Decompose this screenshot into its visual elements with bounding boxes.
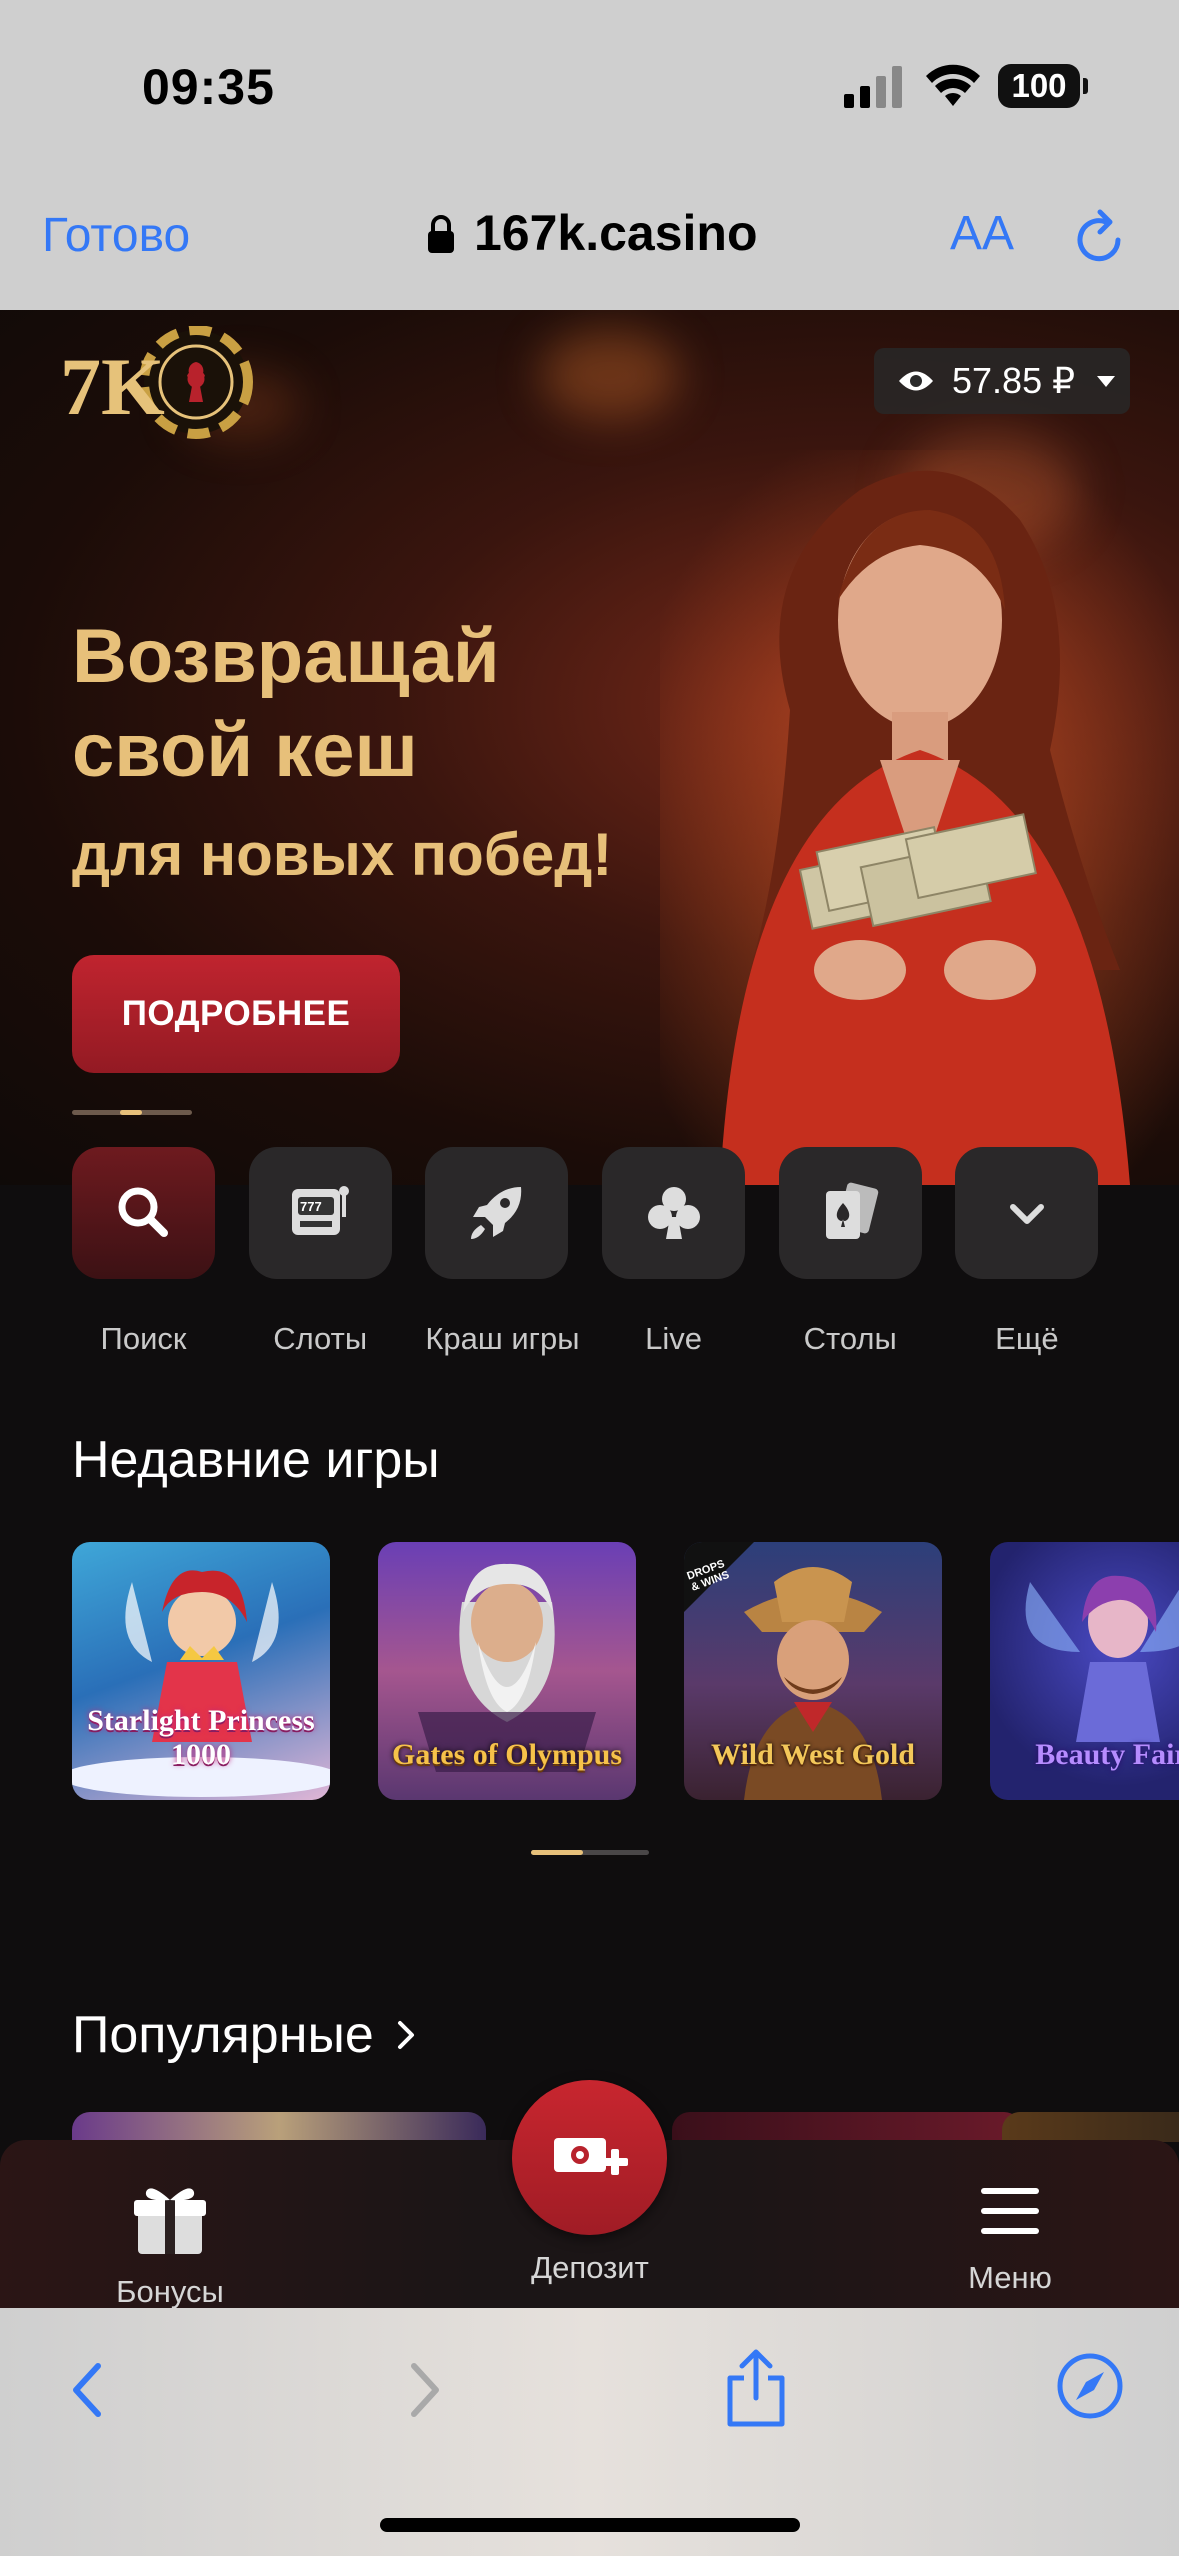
text-size-button[interactable]: AA	[950, 206, 1014, 261]
recent-games-title: Недавние игры	[72, 1431, 440, 1489]
gift-icon	[134, 2188, 206, 2254]
category-label: Live	[645, 1321, 702, 1356]
category-more[interactable]: Ещё	[955, 1147, 1132, 1357]
cellular-signal-icon	[844, 66, 902, 108]
eye-icon[interactable]	[898, 368, 934, 394]
carousel-indicator[interactable]	[72, 1110, 192, 1115]
background-light	[540, 330, 680, 420]
recent-games-carousel[interactable]: Starlight Princess 1000 Gates of Olympus	[72, 1542, 1179, 1800]
game-card[interactable]: Starlight Princess 1000	[72, 1542, 330, 1800]
category-tables[interactable]: Столы	[778, 1147, 956, 1357]
hero-banner[interactable]: 7K 57.85 ₽ Возвращай свой кеш для новых …	[0, 310, 1179, 1185]
search-icon	[118, 1187, 168, 1237]
category-label: Ещё	[995, 1321, 1059, 1356]
category-crash[interactable]: Краш игры	[425, 1147, 602, 1357]
category-tile[interactable]	[602, 1147, 746, 1279]
slot-machine-icon: 777	[292, 1186, 350, 1235]
category-tile[interactable]	[425, 1147, 569, 1279]
share-icon[interactable]	[722, 2348, 790, 2428]
svg-text:777: 777	[300, 1199, 322, 1214]
nav-deposit-label-wrap[interactable]: Депозит	[515, 2232, 665, 2286]
casino-logo[interactable]: 7K	[60, 326, 260, 446]
nav-label: Меню	[968, 2260, 1052, 2295]
battery-indicator: 100	[998, 64, 1088, 108]
balance-amount: 57.85 ₽	[952, 360, 1075, 401]
screen: 09:35 100 Готово 167k.casino AA 7K 57.85…	[0, 0, 1179, 2556]
game-title: Wild West Gold	[711, 1738, 915, 1771]
hero-woman-image	[660, 450, 1179, 1185]
category-label: Краш игры	[425, 1321, 580, 1356]
wifi-icon	[926, 64, 980, 106]
text-size-label: AA	[950, 207, 1015, 260]
clock: 09:35	[142, 59, 275, 115]
logo-text: 7K	[60, 341, 165, 432]
category-tile[interactable]	[778, 1147, 922, 1279]
game-card[interactable]	[1002, 2112, 1179, 2142]
category-tile[interactable]: 777	[248, 1147, 392, 1279]
nav-menu[interactable]: Меню	[945, 2180, 1075, 2296]
carousel-active-dot	[120, 1110, 142, 1115]
lock-icon	[428, 215, 454, 253]
nav-bonuses[interactable]: Бонусы	[105, 2180, 235, 2310]
hero-title: Возвращай свой кеш	[72, 614, 500, 793]
game-card[interactable]: DROPS & WINS Wild West Gold	[684, 1542, 942, 1800]
rocket-icon	[470, 1187, 522, 1239]
category-tile[interactable]	[72, 1147, 215, 1279]
game-title: Beauty Fairy	[1035, 1738, 1179, 1771]
hero-subtitle: для новых побед!	[72, 821, 613, 888]
nav-label: Бонусы	[116, 2274, 224, 2309]
popular-section-header[interactable]: Популярные	[72, 2005, 418, 2065]
game-title: Gates of Olympus	[391, 1738, 622, 1771]
carousel-edge-fade	[0, 1530, 50, 1860]
done-button[interactable]: Готово	[42, 208, 190, 263]
nav-label: Депозит	[531, 2250, 649, 2285]
cards-icon	[826, 1182, 879, 1239]
compass-icon[interactable]	[1056, 2352, 1124, 2420]
category-row: Поиск 777 Слоты Краш игры Live Столы Ещё	[72, 1147, 1132, 1357]
browser-url-bar: Готово 167k.casino AA	[0, 170, 1179, 310]
chevron-down-icon	[1009, 1204, 1044, 1224]
category-label: Поиск	[100, 1321, 187, 1356]
more-button[interactable]: ПОДРОБНЕЕ	[72, 955, 400, 1073]
category-slots[interactable]: 777 Слоты	[248, 1147, 426, 1357]
game-card[interactable]	[672, 2112, 1022, 2142]
chevron-down-icon	[1097, 375, 1115, 387]
back-icon[interactable]	[64, 2358, 108, 2422]
game-card[interactable]	[72, 2112, 486, 2142]
category-search[interactable]: Поиск	[72, 1147, 249, 1357]
forward-icon[interactable]	[404, 2358, 448, 2422]
game-title: Starlight Princess 1000	[87, 1704, 315, 1771]
popular-title: Популярные	[72, 2006, 374, 2064]
category-tile[interactable]	[955, 1147, 1099, 1279]
chevron-right-icon	[397, 2021, 414, 2049]
home-indicator	[380, 2518, 800, 2532]
deposit-button[interactable]	[512, 2080, 667, 2235]
address-field[interactable]: 167k.casino	[474, 204, 758, 262]
category-label: Столы	[803, 1321, 897, 1356]
cash-plus-icon	[553, 2137, 628, 2175]
recent-games-scroll-indicator	[531, 1850, 649, 1855]
category-label: Слоты	[273, 1321, 368, 1356]
category-live[interactable]: Live	[602, 1147, 779, 1357]
status-bar: 09:35 100	[0, 0, 1179, 170]
hamburger-menu-icon	[981, 2188, 1039, 2234]
scroll-thumb	[531, 1850, 583, 1855]
balance-dropdown[interactable]: 57.85 ₽	[874, 348, 1130, 414]
game-card[interactable]: Beauty Fairy	[990, 1542, 1179, 1800]
club-icon	[647, 1187, 700, 1239]
reload-icon[interactable]	[1072, 206, 1128, 266]
game-card[interactable]: Gates of Olympus	[378, 1542, 636, 1800]
